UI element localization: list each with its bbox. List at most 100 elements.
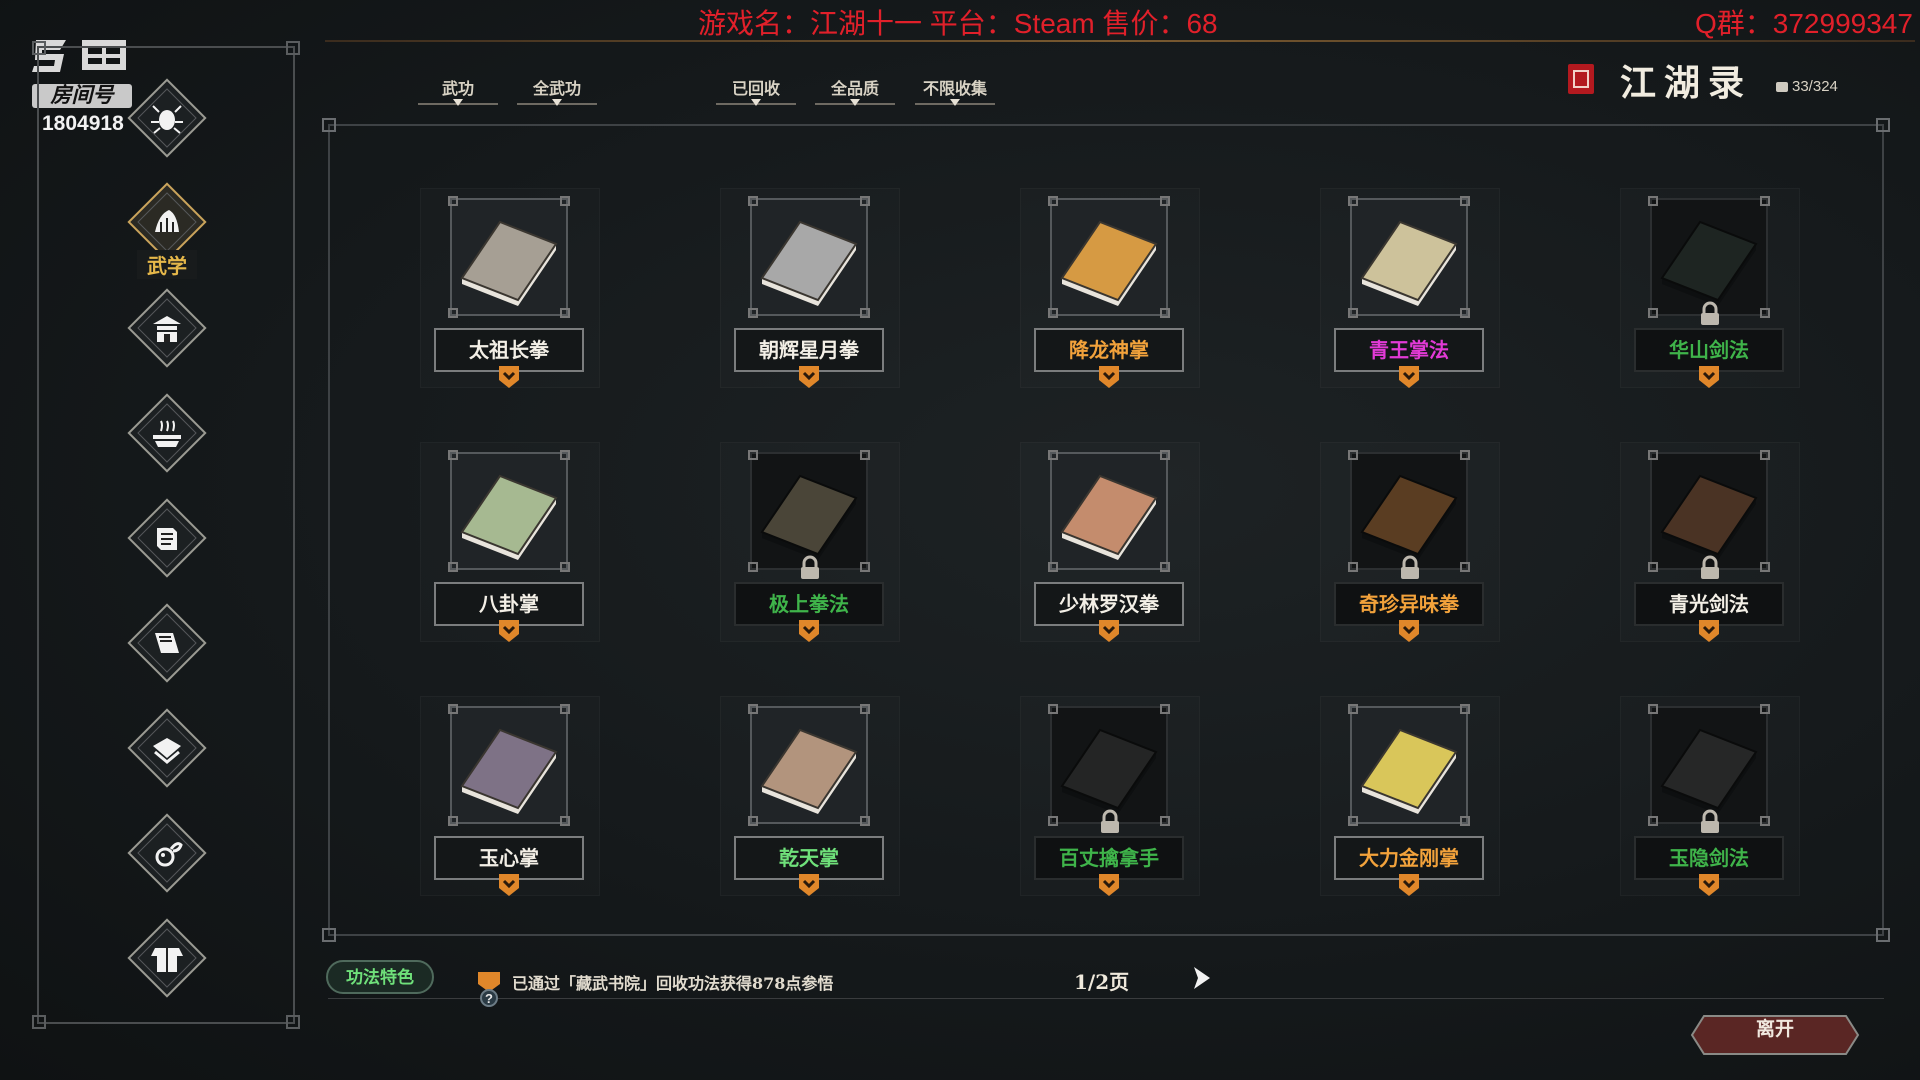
sidebar-item-bug[interactable] — [125, 76, 209, 160]
card-thumbnail — [1648, 450, 1770, 572]
sidebar-item-scroll[interactable] — [125, 496, 209, 580]
card-thumbnail — [748, 196, 870, 318]
grade-badge-icon — [499, 366, 519, 388]
filter-tab-martial[interactable]: 武功 — [418, 75, 498, 111]
svg-text:?: ? — [485, 991, 493, 1006]
filter-tab-quality[interactable]: 全品质 — [815, 75, 895, 111]
lock-icon — [1101, 809, 1119, 833]
martial-art-card[interactable]: 降龙神掌 — [1020, 188, 1200, 388]
lock-icon — [1701, 301, 1719, 325]
beast-icon — [155, 842, 183, 867]
filter-tab-collection[interactable]: 不限收集 — [915, 75, 995, 111]
page-title: 江湖录 — [1620, 62, 1753, 104]
lock-icon — [1701, 555, 1719, 579]
sidebar-item-robe[interactable] — [125, 916, 209, 1000]
lock-icon — [801, 555, 819, 579]
game-info-text: 游戏名：江湖十一 平台：Steam 售价：68 — [698, 8, 1218, 39]
sidebar-item-pot[interactable] — [125, 391, 209, 475]
martial-art-card[interactable]: 华山剑法 — [1620, 188, 1800, 388]
chevron-down-icon — [751, 99, 761, 106]
martial-arts-icon — [155, 210, 179, 232]
grade-badge-icon — [799, 874, 819, 896]
martial-art-card[interactable]: 大力金刚掌 — [1320, 696, 1500, 896]
grade-badge-icon — [1699, 366, 1719, 388]
book-icon — [1660, 728, 1758, 814]
martial-art-card[interactable]: 青光剑法 — [1620, 442, 1800, 642]
martial-art-card[interactable]: 青王掌法 — [1320, 188, 1500, 388]
book-icon — [1360, 728, 1458, 814]
card-thumbnail — [1648, 704, 1770, 826]
card-thumbnail — [448, 196, 570, 318]
chevron-down-icon — [552, 99, 562, 106]
book-icon — [1060, 474, 1158, 560]
book-icon — [1360, 474, 1458, 560]
martial-art-card[interactable]: 玉隐剑法 — [1620, 696, 1800, 896]
card-thumbnail — [1048, 196, 1170, 318]
card-thumbnail — [1348, 196, 1470, 318]
pot-icon — [153, 420, 181, 447]
chevron-down-icon — [850, 99, 860, 106]
leave-button[interactable]: 离开 — [1690, 1014, 1860, 1056]
sidebar-item-armor[interactable] — [125, 706, 209, 790]
corner-ornament — [32, 41, 46, 55]
grade-badge-icon — [499, 620, 519, 642]
book-icon — [1060, 220, 1158, 306]
martial-art-card[interactable]: 奇珍异味拳 — [1320, 442, 1500, 642]
sidebar-item-book[interactable] — [125, 601, 209, 685]
lock-icon — [1401, 555, 1419, 579]
collection-progress: 33/324 — [1776, 78, 1838, 95]
page-title-area: 江湖录 33/324 — [1568, 54, 1868, 104]
grade-badge-icon — [1399, 620, 1419, 642]
next-page-icon[interactable] — [1188, 964, 1216, 992]
martial-art-card[interactable]: 玉心掌 — [420, 696, 600, 896]
card-thumbnail — [748, 450, 870, 572]
bug-icon — [151, 105, 183, 134]
martial-art-card[interactable]: 乾天掌 — [720, 696, 900, 896]
grade-badge-icon — [799, 620, 819, 642]
grade-badge-icon — [1099, 874, 1119, 896]
chevron-down-icon — [950, 99, 960, 106]
card-thumbnail — [448, 704, 570, 826]
book-icon — [1660, 220, 1758, 306]
card-thumbnail — [1348, 450, 1470, 572]
martial-art-card[interactable]: 少林罗汉拳 — [1020, 442, 1200, 642]
filter-tab-recycled[interactable]: 已回收 — [716, 75, 796, 111]
page-indicator: 1/2页 — [1074, 970, 1130, 994]
book-icon — [760, 220, 858, 306]
sidebar-item-house[interactable] — [125, 286, 209, 370]
card-thumbnail — [748, 704, 870, 826]
grade-badge-icon — [1699, 874, 1719, 896]
martial-art-card[interactable]: 百丈擒拿手 — [1020, 696, 1200, 896]
grade-badge-icon — [1399, 874, 1419, 896]
corner-ornament — [286, 41, 300, 55]
grade-badge-icon — [1099, 620, 1119, 642]
sidebar-item-label: 武学 — [137, 250, 197, 279]
grade-badge-icon — [499, 874, 519, 896]
card-thumbnail — [1348, 704, 1470, 826]
book-icon — [460, 474, 558, 560]
card-thumbnail — [1048, 704, 1170, 826]
sidebar-item-martial-arts[interactable]: 武学 — [125, 180, 209, 279]
book-icon — [155, 633, 179, 653]
filter-tab-all-martial[interactable]: 全武功 — [517, 75, 597, 111]
corner-ornament — [322, 118, 336, 132]
help-badge-icon[interactable]: ? — [475, 968, 503, 1008]
martial-art-card[interactable]: 太祖长拳 — [420, 188, 600, 388]
house-icon — [153, 316, 181, 342]
card-thumbnail — [1648, 196, 1770, 318]
robe-icon — [151, 948, 183, 972]
grade-badge-icon — [799, 366, 819, 388]
qq-group-text: Q群：372999347 — [1695, 8, 1913, 39]
chevron-down-icon — [453, 99, 463, 106]
martial-art-card[interactable]: 朝辉星月拳 — [720, 188, 900, 388]
book-icon — [460, 220, 558, 306]
book-icon — [760, 728, 858, 814]
feature-button[interactable]: 功法特色 — [326, 960, 434, 994]
sidebar-item-beast[interactable] — [125, 811, 209, 895]
recycle-info-text: 已通过「藏武书院」回收功法获得878点参悟 — [512, 974, 834, 993]
martial-art-card[interactable]: 极上拳法 — [720, 442, 900, 642]
seal-icon — [1568, 64, 1594, 94]
grade-badge-icon — [1699, 620, 1719, 642]
martial-art-card[interactable]: 八卦掌 — [420, 442, 600, 642]
book-icon — [760, 474, 858, 560]
